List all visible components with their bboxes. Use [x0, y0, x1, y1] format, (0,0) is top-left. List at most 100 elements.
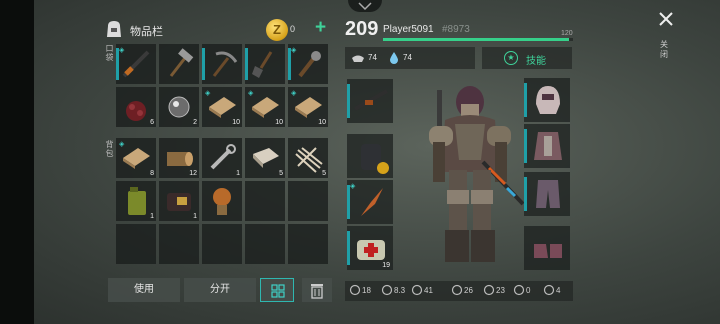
inventory-slot[interactable] [202, 181, 242, 221]
stat-value: 18 [362, 286, 371, 295]
berries-icon [126, 101, 146, 121]
inventory-slot[interactable]: ◈ 10 [288, 87, 328, 127]
shovel-icon [252, 51, 273, 78]
inventory-slot[interactable]: 2 [159, 87, 199, 127]
stat-value: 41 [424, 286, 433, 295]
plank-icon [123, 148, 150, 169]
empty-slot[interactable] [245, 181, 285, 221]
item-count: 5 [322, 170, 326, 177]
pocket-grid: ◈ ◈ 6 2 ◈ 10 ◈ 10 ◈ 10 [116, 44, 328, 127]
equipment-slot[interactable] [347, 134, 393, 178]
inventory-slot[interactable]: ◈ 10 [202, 87, 242, 127]
cloth-icon [253, 148, 279, 168]
rifle-icon [354, 89, 388, 111]
equipment-slot[interactable] [524, 124, 570, 168]
medkit-icon [357, 240, 385, 260]
speed-icon [381, 284, 393, 296]
xp-bar [383, 38, 573, 41]
item-count: 6 [150, 119, 154, 126]
water-icon [390, 52, 398, 64]
inventory-slot[interactable]: 12 [159, 138, 199, 178]
stat-value: 26 [464, 286, 473, 295]
vitals-row: 74 74 [345, 47, 475, 69]
pocket-label: 口袋 [105, 44, 114, 62]
water-value: 74 [403, 53, 412, 62]
trash-icon [311, 284, 323, 299]
sword-icon [349, 284, 361, 296]
shotgun-icon [122, 50, 150, 78]
vest-icon [534, 132, 562, 160]
inventory-slot[interactable]: ◈ [288, 44, 328, 84]
biohazard-icon [543, 284, 555, 296]
backpack-icon [361, 144, 389, 174]
equipment-slot[interactable] [347, 79, 393, 123]
item-count: 10 [232, 119, 240, 126]
equipment-slot[interactable] [524, 78, 570, 122]
inventory-slot[interactable]: 1 [159, 181, 199, 221]
boots-icon [534, 244, 562, 258]
inventory-slot[interactable]: ◈ [116, 44, 156, 84]
jerrycan-icon [128, 187, 146, 215]
item-count: 1 [236, 170, 240, 177]
stats-bar: 18 8.3 41 26 23 0 4 [345, 281, 573, 301]
durability-bar [202, 48, 205, 80]
empty-slot[interactable] [116, 224, 156, 264]
inventory-slot[interactable]: 6 [116, 87, 156, 127]
empty-slot[interactable] [202, 224, 242, 264]
inventory-slot[interactable]: 1 [202, 138, 242, 178]
stat-value: 8.3 [394, 286, 406, 295]
xp-max: 120 [561, 30, 573, 37]
empty-slot[interactable] [288, 181, 328, 221]
stat-value: 23 [496, 286, 505, 295]
item-count: 1 [193, 213, 197, 220]
item-count: 10 [318, 119, 326, 126]
player-name: Player5091 [383, 24, 434, 35]
inventory-header: 物品栏 Z 0 + [104, 17, 334, 42]
inventory-slot[interactable]: 5 [288, 138, 328, 178]
inventory-slot[interactable]: 1 [116, 181, 156, 221]
coin-count: 0 [290, 24, 296, 34]
inventory-slot[interactable]: ◈ 10 [245, 87, 285, 127]
equipment-slot[interactable] [524, 226, 570, 270]
close-icon[interactable] [657, 10, 675, 28]
skills-button[interactable]: ★ 技能 [482, 47, 572, 69]
inventory-slot[interactable]: ◈ 8 [116, 138, 156, 178]
empty-slot[interactable] [288, 224, 328, 264]
pickaxe-icon [212, 51, 238, 77]
durability-bar [347, 185, 350, 219]
bag-icon [107, 21, 121, 37]
use-button[interactable]: 使用 [108, 278, 180, 302]
inventory-slot[interactable] [159, 44, 199, 84]
radio-icon [167, 193, 191, 211]
equipment-slot[interactable]: 19 [347, 226, 393, 270]
durability-bar [347, 84, 350, 118]
skills-label: 技能 [526, 56, 546, 67]
empty-slot[interactable] [159, 224, 199, 264]
star-icon: ★ [504, 51, 518, 65]
screen-bezel [0, 0, 34, 324]
split-button[interactable]: 分开 [184, 278, 256, 302]
durability-bar [245, 48, 248, 80]
add-coins-button[interactable]: + [315, 17, 326, 39]
plant-icon [213, 188, 231, 215]
coin-icon: Z [266, 19, 288, 41]
knife-icon [361, 188, 383, 216]
chevron-icon [358, 2, 372, 11]
inventory-slot[interactable]: 5 [245, 138, 285, 178]
food-value: 74 [368, 53, 377, 62]
hammer-icon [169, 48, 194, 77]
empty-slot[interactable] [245, 224, 285, 264]
durability-bar [524, 129, 527, 163]
top-pull-tab[interactable] [348, 0, 382, 12]
durability-bar [524, 83, 527, 117]
item-count: 19 [382, 262, 390, 269]
delete-button[interactable] [302, 278, 332, 302]
equipment-slot[interactable] [524, 172, 570, 216]
inventory-slot[interactable] [245, 44, 285, 84]
inventory-slot[interactable] [202, 44, 242, 84]
character-model[interactable] [415, 80, 525, 270]
pants-icon [536, 180, 560, 208]
sort-grid-button[interactable] [260, 278, 294, 302]
radiation-icon [513, 284, 525, 296]
equipment-slot[interactable]: ◈ [347, 180, 393, 224]
